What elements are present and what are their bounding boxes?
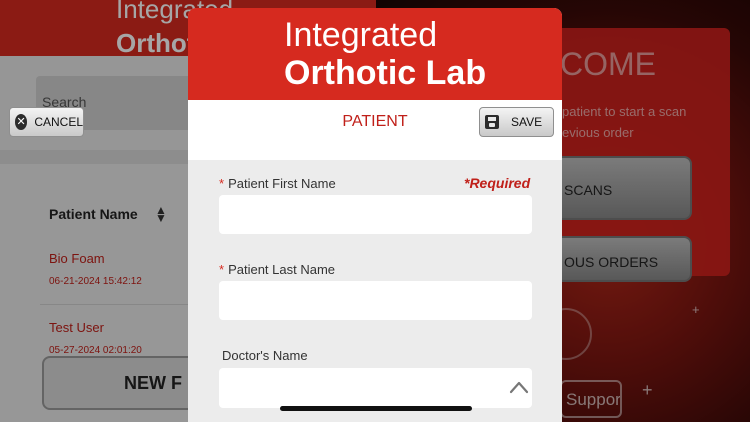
- required-note: *Required: [464, 175, 531, 191]
- chevron-up-icon[interactable]: [509, 380, 529, 394]
- required-star: *: [219, 262, 225, 277]
- modal-logo-line2: Orthotic Lab: [284, 54, 487, 92]
- first-name-label: * Patient First Name: [219, 176, 336, 191]
- doctor-name-label: Doctor's Name: [222, 348, 308, 363]
- required-star: *: [219, 176, 225, 191]
- save-button-label: SAVE: [511, 115, 543, 129]
- cancel-button[interactable]: ✕ CANCEL: [9, 107, 84, 137]
- doctor-name-field[interactable]: [219, 368, 532, 408]
- modal-logo-line1: Integrated: [284, 16, 438, 54]
- first-name-field[interactable]: [219, 195, 532, 234]
- cancel-button-label: CANCEL: [34, 115, 83, 129]
- close-circle-icon: ✕: [15, 114, 28, 130]
- modal-header: Integrated Orthotic Lab: [188, 8, 562, 100]
- save-button[interactable]: SAVE: [479, 107, 554, 137]
- floppy-disk-icon: [485, 115, 499, 129]
- last-name-field[interactable]: [219, 281, 532, 320]
- home-indicator: [280, 406, 472, 411]
- last-name-label: * Patient Last Name: [219, 262, 336, 277]
